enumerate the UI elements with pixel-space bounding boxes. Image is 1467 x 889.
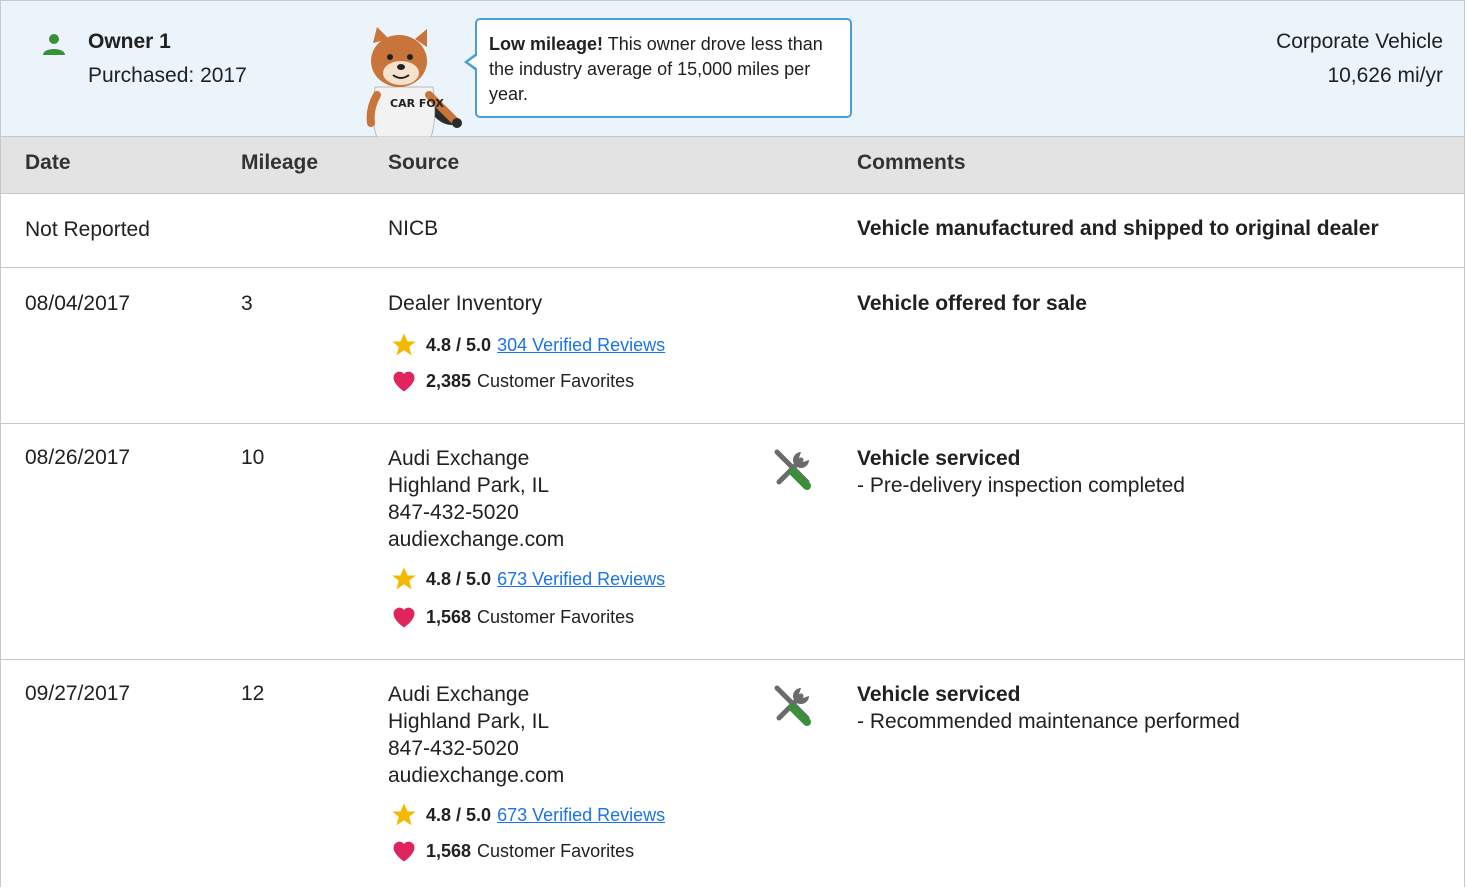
owner-miles-per-year: 10,626 mi/yr	[1327, 64, 1443, 87]
vehicle-history-panel: Owner 1 Purchased: 2017 CAR FOX Low mile…	[0, 0, 1465, 887]
favorites-label: Customer Favorites	[477, 840, 635, 861]
source-line: 847-432-5020	[388, 501, 519, 524]
favorites-count: 2,385	[426, 370, 472, 391]
verified-reviews-link[interactable]: 673 Verified Reviews	[497, 802, 665, 829]
source-line: Audi Exchange	[388, 683, 530, 706]
row-mileage: 12	[241, 682, 265, 705]
comment-detail: - Pre-delivery inspection completed	[857, 474, 1185, 497]
owner-vehicle-type: Corporate Vehicle	[1276, 30, 1443, 53]
verified-reviews-link[interactable]: 304 Verified Reviews	[497, 332, 665, 359]
customer-favorites: 2,385 Customer Favorites	[388, 367, 665, 395]
row-source: NICB	[388, 215, 438, 242]
rating-value: 4.8 / 5.0	[426, 804, 492, 825]
source-line: NICB	[388, 217, 439, 240]
source-line: Audi Exchange	[388, 447, 530, 470]
source-line: audiexchange.com	[388, 528, 565, 551]
heart-icon	[390, 367, 420, 395]
favorites-label: Customer Favorites	[477, 370, 635, 391]
row-mileage: 10	[241, 446, 265, 469]
favorites-count: 1,568	[426, 606, 472, 627]
rating-value: 4.8 / 5.0	[426, 568, 492, 589]
owner-purchased: Purchased: 2017	[88, 64, 247, 87]
dealer-rating: 4.8 / 5.0 673 Verified Reviews	[388, 565, 665, 593]
customer-favorites: 1,568 Customer Favorites	[388, 837, 665, 865]
star-icon	[390, 801, 420, 829]
star-icon	[390, 331, 420, 359]
row-source: Dealer Inventory 4.8 / 5.0 304 Verified …	[388, 290, 665, 395]
service-tools-icon	[774, 449, 811, 490]
row-source: Audi Exchange Highland Park, IL 847-432-…	[388, 681, 665, 865]
favorites-label: Customer Favorites	[477, 606, 635, 627]
table-row: 08/04/2017 3 Dealer Inventory 4.8 / 5.0 …	[1, 268, 1464, 424]
source-line: Highland Park, IL	[388, 474, 550, 497]
comment-title: Vehicle serviced	[857, 683, 1021, 706]
row-comments: Vehicle serviced - Recommended maintenan…	[857, 681, 1240, 735]
comment-detail: - Recommended maintenance performed	[857, 710, 1240, 733]
bubble-tail-inner	[468, 55, 478, 69]
table-row: 09/27/2017 12 Audi Exchange Highland Par…	[1, 660, 1464, 889]
person-icon	[43, 34, 65, 55]
row-mileage: 3	[241, 292, 253, 315]
owner-summary: Owner 1 Purchased: 2017 CAR FOX Low mile…	[1, 0, 1464, 137]
fox-shirt-text: CAR FOX	[390, 97, 444, 110]
favorites-count: 1,568	[426, 840, 472, 861]
service-tools-icon	[774, 685, 811, 726]
header-mileage: Mileage	[241, 151, 319, 174]
header-source: Source	[388, 151, 460, 174]
dealer-rating: 4.8 / 5.0 673 Verified Reviews	[388, 801, 665, 829]
header-comments: Comments	[857, 151, 966, 174]
row-date: Not Reported	[25, 218, 150, 241]
dealer-rating: 4.8 / 5.0 304 Verified Reviews	[388, 331, 665, 359]
heart-icon	[390, 837, 420, 865]
owner-name: Owner 1	[88, 30, 171, 53]
rating-value: 4.8 / 5.0	[426, 334, 492, 355]
car-fox-mascot-icon: CAR FOX	[366, 27, 462, 137]
source-line: 847-432-5020	[388, 737, 519, 760]
row-comments: Vehicle serviced - Pre-delivery inspecti…	[857, 445, 1185, 499]
header-date: Date	[25, 151, 71, 174]
row-comments: Vehicle manufactured and shipped to orig…	[857, 215, 1379, 242]
row-date: 09/27/2017	[25, 682, 131, 705]
table-header: Date Mileage Source Comments	[1, 137, 1464, 194]
table-row: Not Reported NICB Vehicle manufactured a…	[1, 194, 1464, 268]
source-line: audiexchange.com	[388, 764, 565, 787]
row-date: 08/04/2017	[25, 292, 131, 315]
comment-title: Vehicle manufactured and shipped to orig…	[857, 217, 1379, 240]
verified-reviews-link[interactable]: 673 Verified Reviews	[497, 566, 665, 593]
source-line: Highland Park, IL	[388, 710, 550, 733]
heart-icon	[390, 603, 420, 631]
source-line: Dealer Inventory	[388, 292, 543, 315]
comment-title: Vehicle offered for sale	[857, 292, 1087, 315]
comment-title: Vehicle serviced	[857, 447, 1021, 470]
row-source: Audi Exchange Highland Park, IL 847-432-…	[388, 445, 665, 631]
customer-favorites: 1,568 Customer Favorites	[388, 603, 665, 631]
table-row: 08/26/2017 10 Audi Exchange Highland Par…	[1, 424, 1464, 660]
row-date: 08/26/2017	[25, 446, 131, 469]
star-icon	[390, 565, 420, 593]
low-mileage-bubble: Low mileage! This owner drove less than …	[475, 18, 852, 118]
bubble-title: Low mileage!	[489, 34, 604, 54]
row-comments: Vehicle offered for sale	[857, 290, 1087, 317]
